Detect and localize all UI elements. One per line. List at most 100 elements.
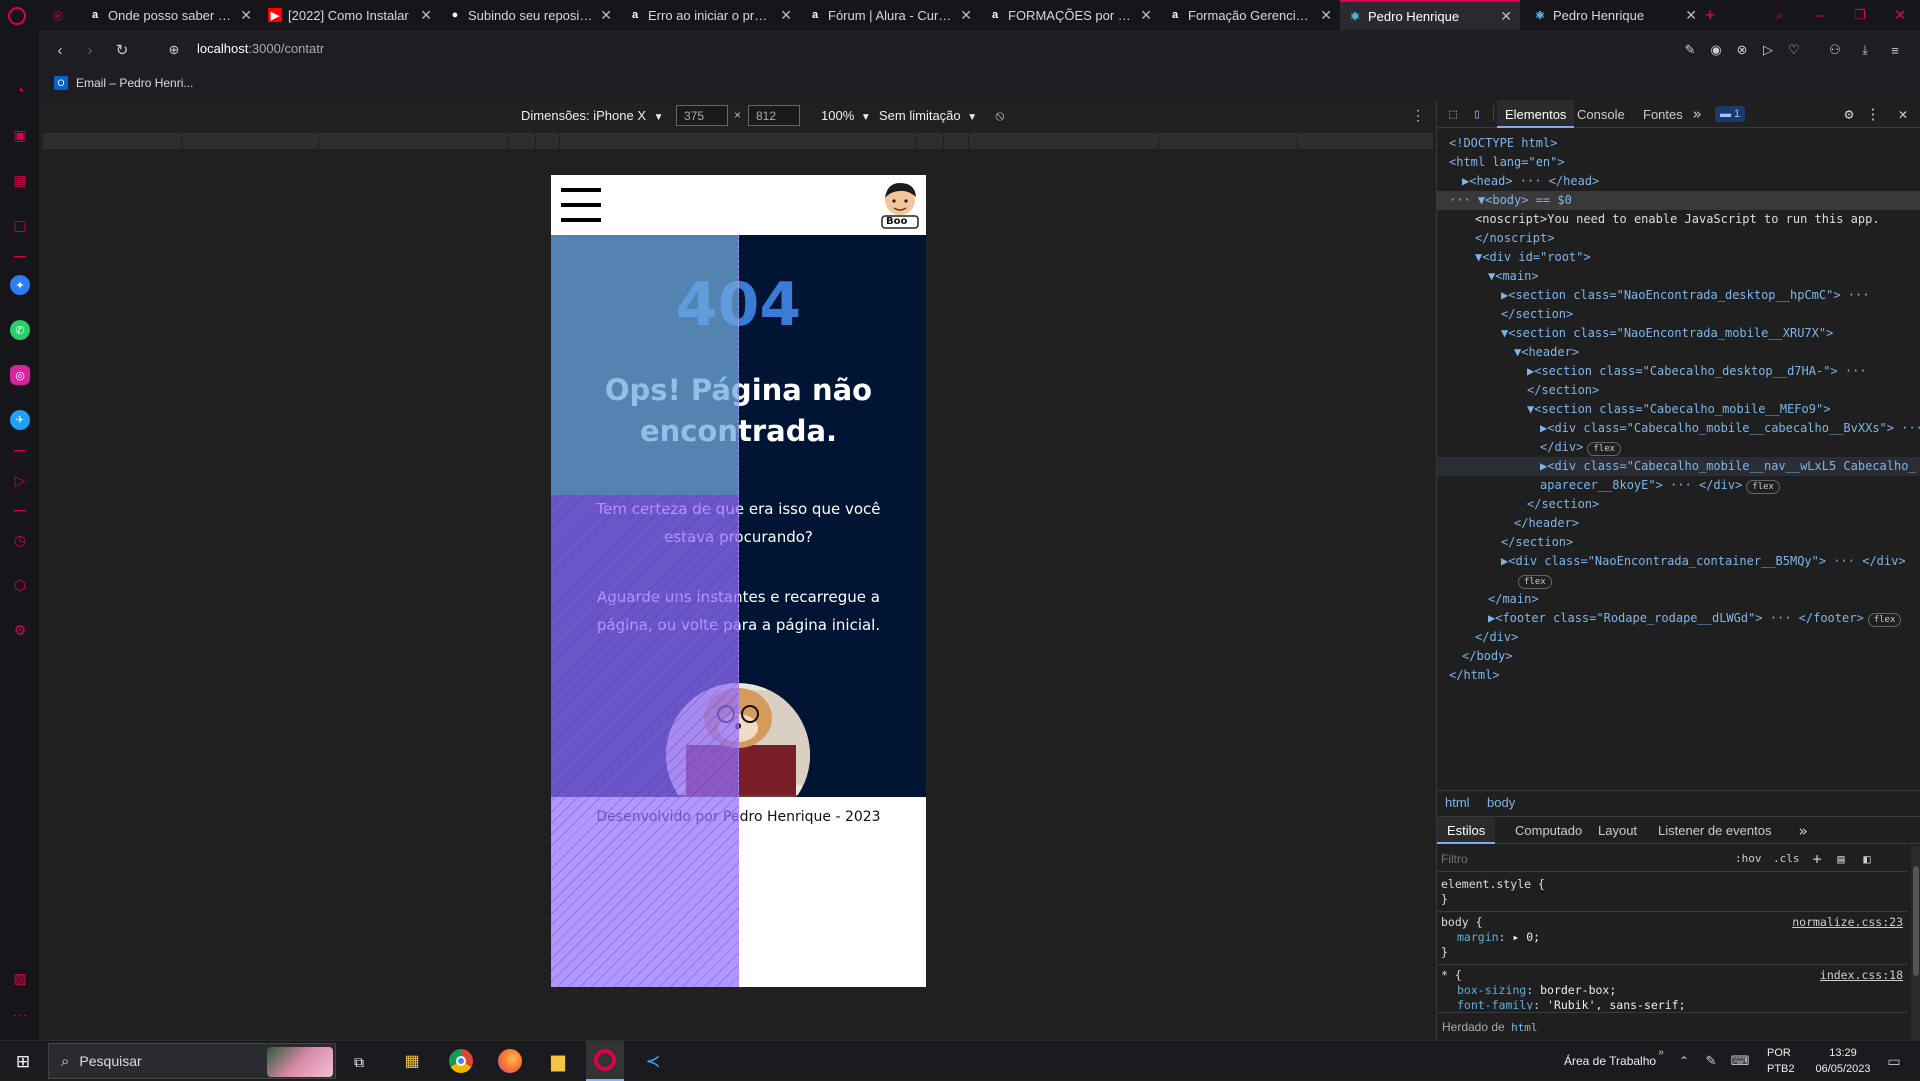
dom-tree-line[interactable]: ▼<header> [1437, 343, 1920, 362]
heart-icon[interactable]: ♡ [1784, 40, 1804, 60]
avatar-logo[interactable]: Boo [878, 180, 922, 230]
tray-chevron-icon[interactable]: ⌃ [1676, 1051, 1692, 1071]
style-rule[interactable]: * {index.css:18 box-sizing: border-box; fo… [1437, 965, 1907, 1010]
whatsapp-icon[interactable]: ✆ [10, 320, 30, 340]
close-tab-icon[interactable]: ✕ [420, 7, 432, 24]
clock[interactable]: 13:29 06/05/2023 [1808, 1045, 1878, 1077]
back-icon[interactable]: ‹ [50, 40, 70, 60]
profile-icon[interactable]: ⚇ [1825, 40, 1845, 60]
style-rule[interactable]: body {normalize.css:23 margin: ▸ 0;} [1437, 912, 1907, 965]
twitch-icon[interactable]: ▤ [10, 170, 30, 190]
desktop-label[interactable]: Área de Trabalho [1564, 1054, 1656, 1068]
rule-source-link[interactable]: index.css:18 [1820, 968, 1903, 983]
bookmark-item[interactable]: O Email – Pedro Henri... [54, 76, 193, 90]
opera-logo-icon[interactable] [8, 7, 26, 25]
new-tab-icon[interactable]: + [1700, 4, 1720, 26]
camera-icon[interactable]: ◉ [1706, 40, 1726, 60]
more-icon[interactable]: ⋯ [10, 1005, 30, 1025]
dom-tree-line[interactable]: ▶<div class="Cabecalho_mobile__nav__wLxL… [1437, 457, 1920, 476]
rotate-icon[interactable]: ⦸ [990, 105, 1010, 125]
cls-toggle[interactable]: .cls [1773, 852, 1800, 865]
tab-menu-icon[interactable]: ◎ [48, 6, 68, 24]
notifications-icon[interactable]: ▭ [1884, 1051, 1904, 1071]
minimize-icon[interactable]: – [1810, 4, 1830, 26]
taskbar-search-box[interactable]: ⌕ Pesquisar [48, 1043, 336, 1079]
snapshot-icon[interactable]: ▨ [10, 968, 30, 988]
extensions-icon[interactable]: ⬡ [10, 575, 30, 595]
dom-tree-line[interactable]: <noscript>You need to enable JavaScript … [1437, 210, 1920, 229]
dom-tree-line[interactable]: ▶<section class="NaoEncontrada_desktop__… [1437, 286, 1920, 305]
height-input[interactable] [748, 105, 800, 126]
close-tab-icon[interactable]: ✕ [240, 7, 252, 24]
settings-icon[interactable]: ⚙ [10, 620, 30, 640]
url-field[interactable]: localhost:3000/contatr [197, 41, 897, 59]
opera-taskbar-icon[interactable] [586, 1041, 624, 1081]
inherited-link[interactable]: html [1511, 1021, 1538, 1034]
tab-computado[interactable]: Computado [1507, 817, 1590, 844]
language-indicator[interactable]: POR PTB2 [1767, 1045, 1795, 1077]
tab-fontes[interactable]: Fontes [1635, 100, 1691, 129]
hamburger-icon[interactable] [561, 187, 601, 223]
desktop-expand-icon[interactable]: » [1654, 1045, 1668, 1059]
dom-tree-line[interactable]: </header> [1437, 514, 1920, 533]
dom-tree-line[interactable]: </div> flex [1437, 438, 1920, 457]
browser-tab[interactable]: ● Subindo seu repositório ✕ [440, 0, 620, 30]
crypto-wallet-icon[interactable]: ▢ [10, 215, 30, 235]
flex-badge[interactable]: flex [1867, 613, 1902, 627]
style-rule[interactable]: element.style {} [1437, 874, 1907, 912]
media-query-bar[interactable] [43, 133, 1433, 149]
dom-tree-line[interactable]: </main> [1437, 590, 1920, 609]
browser-tab[interactable]: ⚛ Pedro Henrique ✕ [1525, 0, 1705, 30]
browser-tab[interactable]: a Erro ao iniciar o projeto ✕ [620, 0, 800, 30]
scrollbar-thumb[interactable] [1913, 866, 1919, 976]
dom-tree-line[interactable]: ▶<section class="Cabecalho_desktop__d7HA… [1437, 362, 1920, 381]
breadcrumb-body[interactable]: body [1487, 795, 1515, 810]
restore-icon[interactable]: ❐ [1850, 4, 1870, 26]
send-icon[interactable]: ▷ [1758, 40, 1778, 60]
dom-tree-line[interactable]: ▼<section class="NaoEncontrada_mobile__X… [1437, 324, 1920, 343]
close-tab-icon[interactable]: ✕ [960, 7, 972, 24]
dom-tree-line[interactable]: aparecer__8koyE"> ··· </div> flex [1437, 476, 1920, 495]
dom-tree-line[interactable]: flex [1437, 571, 1920, 590]
dom-tree-line[interactable]: <html lang="en"> [1437, 153, 1920, 172]
speed-dial-icon[interactable]: ◔ [10, 80, 30, 100]
dom-tree-line[interactable]: ▶<footer class="Rodape_rodape__dLWGd"> ·… [1437, 609, 1920, 628]
throttle-select[interactable]: Sem limitação ▼ [879, 108, 977, 123]
flex-badge[interactable]: flex [1587, 442, 1622, 456]
block-icon[interactable]: ⊗ [1732, 40, 1752, 60]
style-property[interactable]: margin: ▸ 0; [1441, 930, 1903, 945]
shopping-icon[interactable]: ▣ [10, 125, 30, 145]
dom-tree-line[interactable]: </section> [1437, 305, 1920, 324]
dom-tree-line[interactable]: ▶<head> ··· </head> [1437, 172, 1920, 191]
browser-tab[interactable]: ▶ [2022] Como Instalar ✕ [260, 0, 440, 30]
close-tab-icon[interactable]: ✕ [600, 7, 612, 24]
new-rule-icon[interactable]: + [1809, 850, 1825, 868]
device-options-icon[interactable]: ⋮ [1410, 105, 1426, 125]
device-select[interactable]: Dimensões: iPhone X ▼ [521, 108, 664, 123]
keyboard-icon[interactable]: ⌨ [1730, 1051, 1750, 1071]
flex-badge[interactable]: flex [1518, 575, 1552, 589]
width-input[interactable] [676, 105, 728, 126]
forward-icon[interactable]: › [80, 40, 100, 60]
dom-tree-line[interactable]: ▼<main> [1437, 267, 1920, 286]
close-tab-icon[interactable]: ✕ [1685, 7, 1697, 24]
breadcrumb-html[interactable]: html [1445, 795, 1470, 810]
styles-scrollbar[interactable] [1911, 846, 1920, 1040]
vscode-icon[interactable]: ≺ [641, 1049, 665, 1073]
tab-listener-eventos[interactable]: Listener de eventos [1650, 817, 1779, 844]
search-tabs-icon[interactable]: ⌕ [1770, 4, 1790, 26]
dom-tree-line[interactable]: </noscript> [1437, 229, 1920, 248]
browser-tab[interactable]: a Onde posso saber mais ✕ [80, 0, 260, 30]
device-toggle-icon[interactable]: ▯ [1467, 104, 1487, 124]
inspect-element-icon[interactable]: ⬚ [1443, 104, 1463, 124]
edit-icon[interactable]: ✎ [1680, 40, 1700, 60]
dom-tree-line[interactable]: <!DOCTYPE html> [1437, 134, 1920, 153]
reload-icon[interactable]: ↻ [112, 40, 132, 60]
messenger-icon[interactable]: ✦ [10, 275, 30, 295]
devtools-settings-icon[interactable]: ⚙ [1839, 104, 1859, 124]
folder-icon[interactable]: ▆ [546, 1049, 570, 1073]
more-tabs-icon[interactable]: » [1689, 104, 1705, 124]
dom-tree-line[interactable]: </section> [1437, 533, 1920, 552]
chrome-icon[interactable] [449, 1049, 473, 1073]
dom-tree-line[interactable]: </body> [1437, 647, 1920, 666]
